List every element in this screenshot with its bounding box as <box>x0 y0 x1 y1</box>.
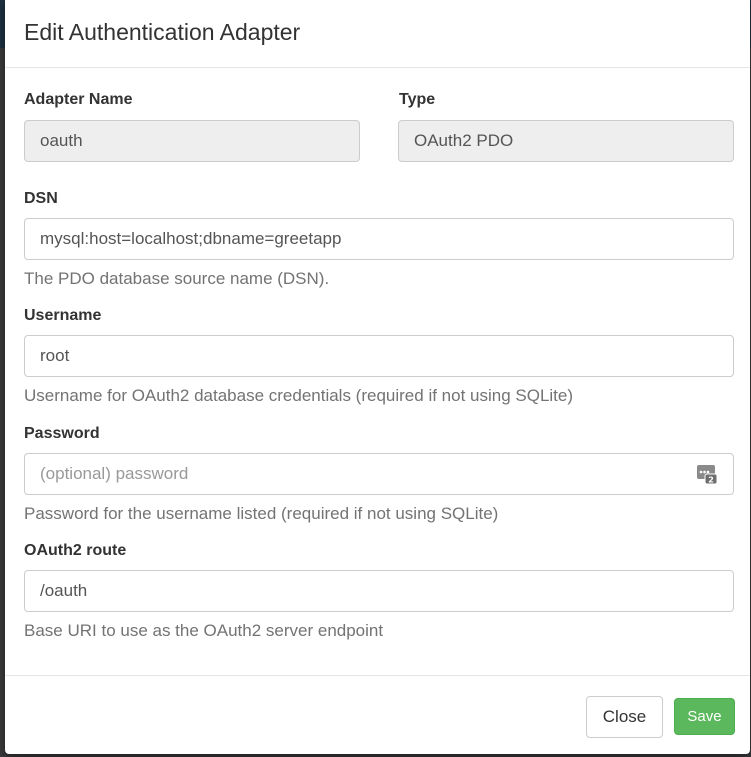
dsn-label: DSN <box>24 190 58 207</box>
svg-text:2: 2 <box>708 476 714 485</box>
modal-header: Edit Authentication Adapter <box>5 0 750 68</box>
adapter-name-label: Adapter Name <box>24 91 133 108</box>
password-label: Password <box>24 425 100 442</box>
dsn-input[interactable]: mysql:host=localhost;dbname=greetapp <box>24 218 734 260</box>
dsn-help-text: The PDO database source name (DSN). <box>24 269 330 288</box>
password-help-text: Password for the username listed (requir… <box>24 504 499 523</box>
type-label: Type <box>399 91 436 108</box>
adapter-name-field[interactable]: oauth <box>24 120 360 162</box>
username-label: Username <box>24 307 102 324</box>
close-button[interactable]: Close <box>586 696 663 738</box>
type-field[interactable]: OAuth2 PDO <box>398 120 734 162</box>
username-help-text: Username for OAuth2 database credentials… <box>24 386 574 405</box>
oauth2-route-label: OAuth2 route <box>24 542 127 559</box>
username-input[interactable]: root <box>24 335 734 377</box>
modal-body: Adapter Name oauth Type OAuth2 PDO DSN m… <box>5 68 750 674</box>
password-manager-icon[interactable]: 2 <box>696 463 718 485</box>
password-input[interactable]: (optional) password 2 <box>24 453 734 495</box>
edit-authentication-adapter-dialog: Edit Authentication Adapter Adapter Name… <box>5 0 750 754</box>
oauth2-route-help-text: Base URI to use as the OAuth2 server end… <box>24 621 384 640</box>
oauth2-route-input[interactable]: /oauth <box>24 570 734 612</box>
save-button[interactable]: Save <box>674 698 735 735</box>
modal-footer: Close Save <box>5 675 750 754</box>
password-placeholder: (optional) password <box>40 464 189 483</box>
modal-title: Edit Authentication Adapter <box>24 19 301 45</box>
